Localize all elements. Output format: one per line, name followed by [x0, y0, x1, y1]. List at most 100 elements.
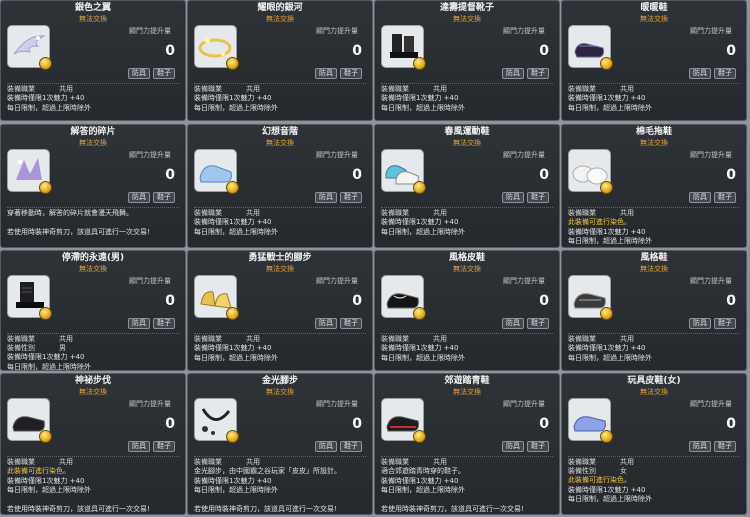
power-value: 0: [539, 167, 549, 183]
item-card: 金光腳步 無法交換 顯門力提升量 0 防具 鞋子 裝備職業 共用 金光腳步，由中國霸之谷玩家「皮…: [187, 373, 373, 515]
description-line: ​: [381, 496, 555, 506]
description-line: 每日限制，超過上限時除外: [381, 103, 465, 112]
item-title: 棉毛拖鞋: [635, 127, 672, 137]
description-line: 若使用時裝神奇剪刀，該道具可進行一次交易!: [7, 505, 150, 513]
armor-tag: 防具: [689, 441, 711, 452]
power-label: 顯門力提升量: [503, 277, 545, 285]
equip-job-value: 共用: [620, 209, 634, 217]
description-line: 裝備時僅限1次魅力 +40: [568, 485, 646, 494]
description-line: 每日限制，超過上限時除外: [568, 495, 652, 503]
description-line: ​: [568, 113, 742, 120]
equip-job-value: 共用: [59, 335, 73, 343]
coin-icon: [226, 181, 239, 194]
loafer-icon: [381, 275, 426, 320]
item-description: 裝備職業共用裝備時僅限1次魅力 +40每日限制，超過上限時除外​若使用時裝神奇剪…: [568, 335, 742, 370]
divider: [568, 207, 740, 208]
equip-job-value: 共用: [246, 335, 260, 343]
equip-job-row: 裝備職業 共用: [7, 85, 181, 94]
description-line: 若使用時裝神奇剪刀，該道具可進行一次交易!: [7, 228, 150, 236]
armor-tag: 防具: [128, 68, 150, 79]
description-line: 裝備時僅限1次魅力 +40: [194, 94, 272, 102]
untradeable-label: 無法交換: [640, 15, 668, 23]
red-shoes-icon: [381, 398, 426, 443]
description-line: 若使用時裝神奇剪刀，該道具可進行一次交易!: [194, 247, 368, 248]
equip-job-label: 裝備職業: [568, 335, 596, 343]
item-description: 裝備職業共用裝備時僅限1次魅力 +40每日限制，超過上限時除外​若使用時裝神奇剪…: [381, 335, 555, 370]
description-line: 裝備時僅限1次魅力 +40: [568, 344, 646, 352]
item-title: 金光腳步: [261, 376, 298, 386]
coin-icon: [600, 181, 613, 194]
armor-tag: 防具: [315, 318, 337, 329]
equip-job-row: 裝備職業 共用: [381, 85, 555, 94]
armor-tag: 防具: [502, 192, 524, 203]
description-line: ​: [568, 363, 742, 370]
equip-job-row: 裝備職業 共用: [194, 85, 368, 94]
item-card: 達壽提督靴子 無法交換 顯門力提升量 0 防具 鞋子 裝備職業 共用 裝備時僅限1次魅力 +40…: [374, 0, 560, 121]
description-line: 若使用時裝神奇剪刀，該道具可進行一次交易!: [381, 247, 555, 248]
item-title: 耀眼的銀河: [257, 3, 303, 13]
item-title: 春風運動鞋: [444, 127, 490, 137]
item-title: 達壽提督靴子: [439, 3, 494, 13]
description-line: 若使用時裝神奇剪刀，該道具可進行一次交易!: [381, 505, 524, 513]
armor-tag: 防具: [502, 441, 524, 452]
description-line: 裝備時僅限1次魅力 +40: [194, 218, 272, 226]
shoes-tag: 鞋子: [527, 192, 549, 203]
power-value: 0: [539, 43, 549, 59]
description-line: 裝備時僅限1次魅力 +40: [194, 344, 272, 352]
power-label: 顯門力提升量: [316, 277, 358, 285]
divider: [381, 333, 553, 334]
item-description: 裝備職業共用裝備時僅限1次魅力 +40每日限制，超過上限時除外​若使用時裝神奇剪…: [194, 209, 368, 248]
equip-job-row: 裝備職業 共用: [194, 335, 368, 344]
description-line: ​: [568, 247, 742, 248]
coin-icon: [600, 430, 613, 443]
power-value: 0: [352, 43, 362, 59]
item-title: 風格鞋: [640, 253, 668, 263]
item-description: 裝備職業共用裝備時僅限1次魅力 +40每日限制，超過上限時除外​若使用時裝神奇剪…: [381, 209, 555, 248]
untradeable-label: 無法交換: [640, 139, 668, 147]
equip-job-label: 裝備職業: [381, 209, 409, 217]
equip-gender-value: 男: [59, 344, 66, 352]
item-title: 幻想音階: [261, 127, 298, 137]
black-boots-icon: [381, 25, 426, 70]
item-description: 裝備職業 共用 此裝備可進行染色。 裝備時僅限1次魅力 +40 每日限制，超過上限時除外…: [7, 458, 181, 514]
item-card: 風格皮鞋 無法交換 顯門力提升量 0 防具 鞋子 裝備職業 共用 裝備時僅限1次魅力 +40 每日…: [374, 250, 560, 371]
description-line: 每日限制，超過上限時除外: [194, 486, 278, 494]
untradeable-label: 無法交換: [79, 388, 107, 396]
item-card: 春風運動鞋 無法交換 顯門力提升量 0 防具 鞋子 裝備職業 共用 裝備時僅限1次魅力 +40 每…: [374, 124, 560, 248]
coin-icon: [39, 307, 52, 320]
power-value: 0: [726, 43, 736, 59]
shoes-tag: 鞋子: [153, 441, 175, 452]
description-line: 裝備時僅限1次魅力 +40: [7, 476, 85, 485]
item-description: 裝備職業共用裝備時僅限1次魅力 +40每日限制，超過上限時除外​若使用時裝神奇剪…: [7, 85, 181, 120]
grey-shoes-icon: [568, 275, 613, 320]
equip-gender-value: 女: [620, 467, 627, 475]
description-line: ​: [7, 496, 181, 506]
description-line: 裝備時僅限1次魅力 +40: [381, 94, 459, 102]
equip-job-value: 共用: [620, 85, 634, 93]
equip-job-value: 共用: [59, 458, 73, 466]
shoes-tag: 鞋子: [714, 192, 736, 203]
item-description: 裝備職業 共用 金光腳步，由中國霸之谷玩家「皮皮」所設計。 裝備時僅限1次魅力 +40…: [194, 458, 368, 514]
divider: [381, 83, 553, 84]
shoes-tag: 鞋子: [153, 68, 175, 79]
equip-job-value: 共用: [246, 85, 260, 93]
description-line: 裝備時僅限1次魅力 +40: [568, 227, 646, 236]
armor-tag: 防具: [128, 192, 150, 203]
item-description: 裝備職業 共用 此裝備可進行染色。 裝備時僅限1次魅力 +40 每日限制，超過上限時除外…: [568, 209, 742, 248]
power-label: 顯門力提升量: [690, 400, 732, 408]
description-line: 此裝備可進行染色。: [7, 467, 70, 475]
power-label: 顯門力提升量: [129, 277, 171, 285]
equip-job-row: 裝備職業 共用: [381, 335, 555, 344]
shoes-tag: 鞋子: [714, 68, 736, 79]
power-value: 0: [726, 416, 736, 432]
armor-tag: 防具: [315, 441, 337, 452]
untradeable-label: 無法交換: [640, 388, 668, 396]
coin-icon: [600, 57, 613, 70]
item-title: 風格皮鞋: [448, 253, 485, 263]
galaxy-icon: [194, 25, 239, 70]
equip-job-label: 裝備職業: [7, 85, 35, 93]
blue-shoes-icon: [194, 149, 239, 194]
toy-shoes-icon: [568, 398, 613, 443]
untradeable-label: 無法交換: [453, 139, 481, 147]
equip-job-value: 共用: [433, 209, 447, 217]
